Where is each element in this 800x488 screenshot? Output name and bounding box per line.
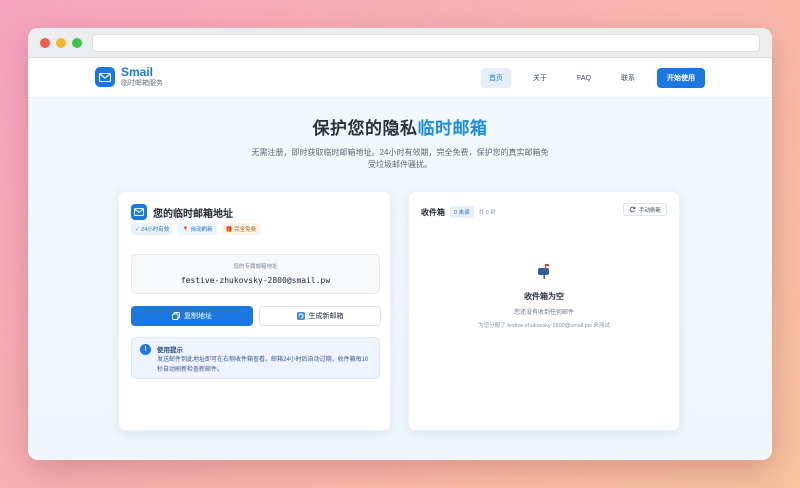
inbox-card: 收件箱 0 未读 共 0 封 手动刷新 收件箱为空 您还没有收到任何邮件 为您分… [408,191,680,431]
hero-desc-line1: 无需注册，即时获取临时邮箱地址。24小时有效期，完全免费，保护您的真实邮箱免 [251,148,549,157]
tag-free-label: 完全免费 [234,227,257,233]
mail-logo-icon [95,67,115,87]
manual-refresh-button[interactable]: 手动刷新 [622,203,667,216]
gift-icon: 🎁 [225,227,235,233]
browser-toolbar [28,28,772,58]
nav-faq[interactable]: FAQ [569,70,599,87]
copy-address-label: 复制地址 [184,313,212,320]
address-label: 您的专属邮箱地址 [233,264,278,270]
refresh-square-icon [296,312,305,320]
brand-name: Smail [121,65,154,79]
mailbox-icon [538,264,549,279]
tag-auto-refresh: 📍 自动刷新 [178,223,217,235]
hero-section: 保护您的隐私临时邮箱 无需注册，即时获取临时邮箱地址。24小时有效期，完全免费，… [28,98,772,171]
empty-title: 收件箱为空 [524,292,564,301]
info-icon: ! [140,344,151,355]
inbox-title: 收件箱 [421,207,445,217]
empty-subtitle: 您还没有收到任何邮件 [513,310,574,316]
unread-badge: 0 未读 [450,206,474,218]
mailbox-card: 您的临时邮箱地址 ✓ 24小时有效 📍 自动刷新 🎁 完全免费 您的专属邮箱地址… [118,191,391,431]
app-page: Smail 临时邮箱服务 首页 关于 FAQ 联系 开始使用 保护您的隐私临时邮… [28,58,772,460]
tag-valid-24h: ✓ 24小时有效 [131,223,174,235]
brand-subtitle: 临时邮箱服务 [121,80,163,87]
action-buttons: 复制地址 生成新邮箱 [131,306,381,326]
copy-icon [172,312,180,320]
nav-about[interactable]: 关于 [525,68,555,88]
empty-state: 收件箱为空 您还没有收到任何邮件 为您分配了 festive-zhukovsky… [409,262,679,329]
minimize-window-button[interactable] [56,37,66,48]
total-count: 共 0 封 [478,210,496,216]
hero-description: 无需注册，即时获取临时邮箱地址。24小时有效期，完全免费，保护您的真实邮箱免 受垃… [28,147,772,171]
refresh-icon [629,206,636,213]
tip-text: 发送邮件到此地址即可在右侧收件箱查看。邮箱24小时后自动过期，收件箱每10秒自动… [157,357,369,373]
copy-address-button[interactable]: 复制地址 [131,306,253,326]
generate-new-label: 生成新邮箱 [308,313,344,320]
address-box[interactable]: 您的专属邮箱地址 festive-zhukovsky-2800@smail.pw [131,254,380,294]
nav-home[interactable]: 首页 [480,68,511,88]
close-window-button[interactable] [40,37,50,48]
hero-title: 保护您的隐私临时邮箱 [28,114,772,139]
mailbox-title: 您的临时邮箱地址 [153,208,233,220]
maximize-window-button[interactable] [72,37,82,48]
brand[interactable]: Smail 临时邮箱服务 [95,66,163,88]
hero-title-accent: 临时邮箱 [417,119,488,138]
hero-title-main: 保护您的隐私 [312,119,418,138]
manual-refresh-label: 手动刷新 [638,207,661,214]
tag-auto-refresh-label: 自动刷新 [190,227,213,233]
feature-tags: ✓ 24小时有效 📍 自动刷新 🎁 完全免费 [131,223,261,235]
nav-contact[interactable]: 联系 [613,68,643,88]
empty-hint: 为您分配了 festive-zhukovsky-2800@smail.pw 来测… [478,323,610,329]
top-navigation: Smail 临时邮箱服务 首页 关于 FAQ 联系 开始使用 [28,58,772,98]
hero-desc-line2: 受垃圾邮件骚扰。 [368,160,432,169]
usage-tip: ! 使用提示 发送邮件到此地址即可在右侧收件箱查看。邮箱24小时后自动过期，收件… [131,337,380,379]
email-address[interactable]: festive-zhukovsky-2800@smail.pw [132,276,379,285]
generate-new-button[interactable]: 生成新邮箱 [259,306,381,326]
tag-free: 🎁 完全免费 [221,223,261,235]
mail-icon [131,204,147,220]
address-bar[interactable] [92,34,760,52]
nav-links: 首页 关于 FAQ 联系 开始使用 [467,68,705,88]
get-started-button[interactable]: 开始使用 [657,68,705,88]
browser-window: Smail 临时邮箱服务 首页 关于 FAQ 联系 开始使用 保护您的隐私临时邮… [28,28,772,460]
tip-title: 使用提示 [157,347,183,354]
refresh-pin-icon: 📍 [182,227,191,233]
